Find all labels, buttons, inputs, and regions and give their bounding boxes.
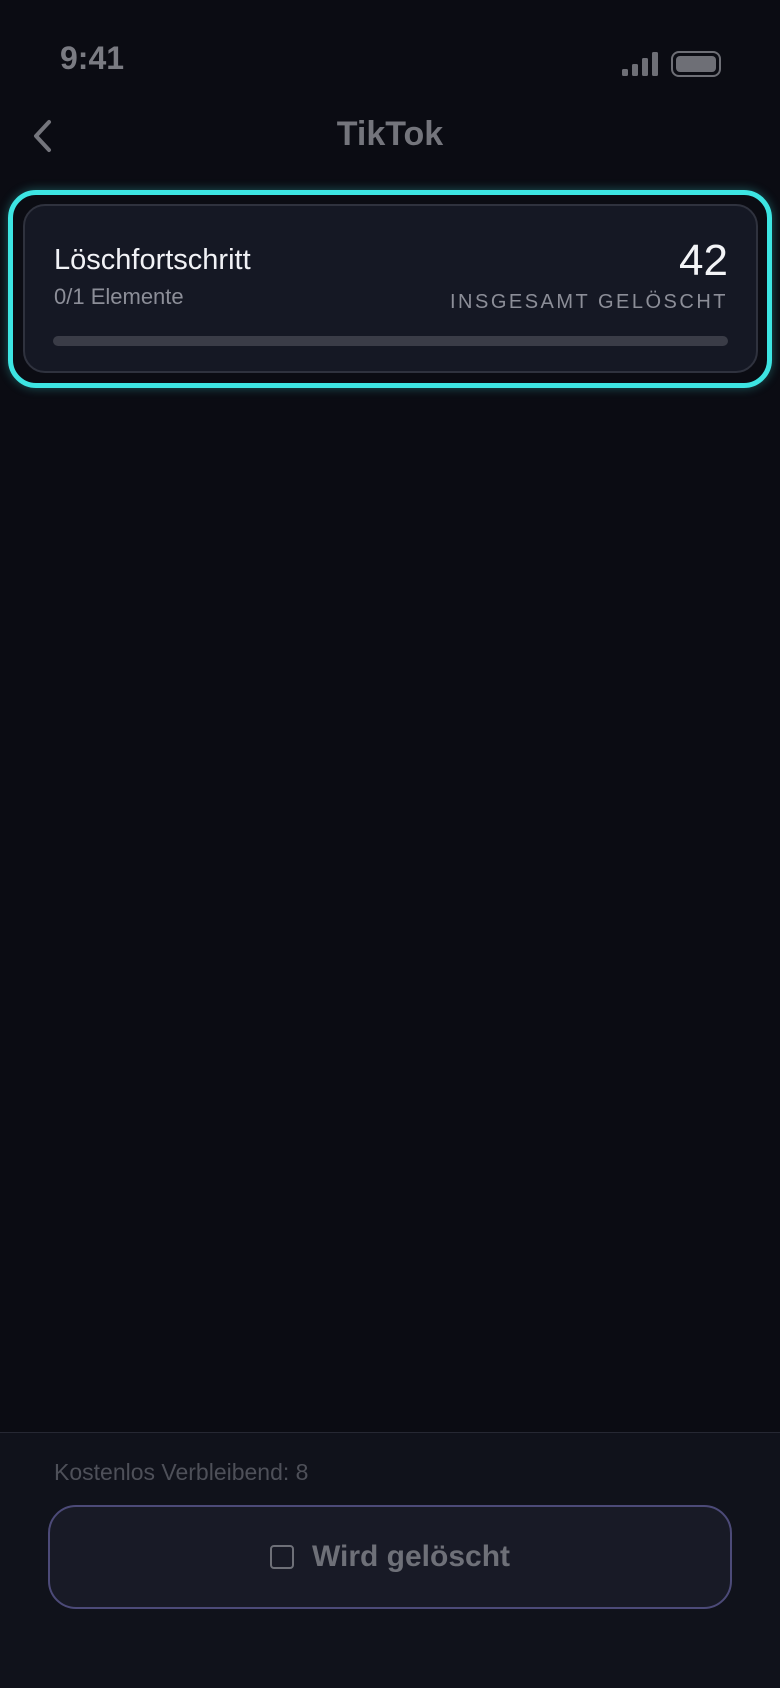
progress-bar (53, 336, 728, 346)
bottom-panel: Kostenlos Verbleibend: 8 Wird gelöscht (0, 1432, 780, 1688)
delete-button[interactable]: Wird gelöscht (48, 1505, 732, 1609)
total-deleted-count: 42 (679, 236, 728, 285)
signal-icon (622, 52, 658, 76)
total-deleted-label: INSGESAMT GELÖSCHT (449, 291, 728, 313)
page-title: TikTok (336, 115, 444, 153)
progress-title: Löschfortschritt (54, 244, 251, 276)
free-remaining-text: Kostenlos Verbleibend: 8 (54, 1459, 309, 1485)
delete-button-label: Wird gelöscht (311, 1540, 511, 1573)
deletion-progress-card: Löschfortschritt 0/1 Elemente 42 INSGESA… (23, 204, 758, 373)
stop-icon (269, 1545, 294, 1569)
battery-icon (671, 51, 721, 77)
status-time: 9:41 (60, 40, 125, 76)
screen: 9:41 TikTok Löschfortschritt 0/1 Element… (0, 0, 780, 1688)
progress-items-count: 0/1 Elemente (54, 284, 184, 309)
